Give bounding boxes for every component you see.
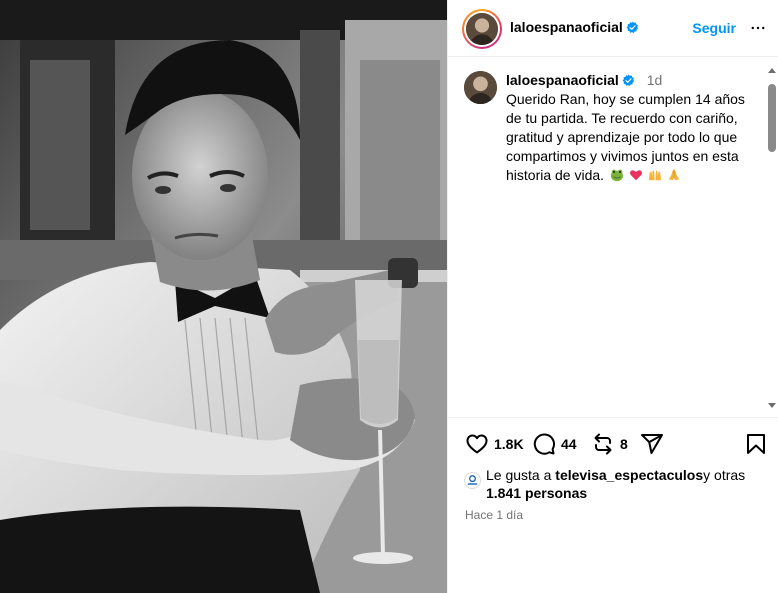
like-button[interactable]: 1.8K — [465, 432, 524, 456]
save-button[interactable] — [744, 432, 768, 456]
post-header: laloespanaoficial Seguir — [448, 0, 778, 57]
more-options-icon[interactable] — [749, 19, 767, 37]
header-username-text[interactable]: laloespanaoficial — [510, 19, 623, 35]
caption-text: Querido Ran, hoy se cumplen 14 años de t… — [506, 90, 756, 185]
scroll-up-arrow-icon[interactable] — [767, 66, 777, 76]
heart-icon[interactable] — [465, 432, 489, 456]
liked-by-count[interactable]: 1.841 — [486, 485, 521, 501]
repost-button[interactable]: 8 — [591, 432, 628, 456]
televisa-logo-icon — [467, 475, 478, 485]
pink-heart-emoji — [629, 170, 642, 181]
caption-emojis — [610, 168, 681, 182]
verified-badge-icon — [626, 21, 638, 33]
likes-count[interactable]: 1.8K — [494, 436, 524, 452]
scroll-down-arrow-icon[interactable] — [767, 400, 777, 410]
profile-avatar[interactable] — [462, 9, 502, 49]
caption-avatar-image — [464, 71, 497, 104]
raising-hands-emoji — [648, 170, 662, 181]
liked-by-suffix[interactable]: personas — [525, 485, 587, 501]
post-photo[interactable] — [0, 0, 447, 593]
scrollbar-thumb[interactable] — [768, 84, 776, 152]
comment-bubble-icon[interactable] — [532, 432, 556, 456]
liker-avatar[interactable] — [464, 472, 481, 489]
bookmark-icon[interactable] — [744, 432, 768, 456]
frog-emoji — [610, 169, 624, 182]
caption-header: laloespanaoficial 1d — [506, 72, 662, 88]
header-username[interactable]: laloespanaoficial — [510, 19, 639, 35]
follow-button[interactable]: Seguir — [692, 20, 736, 36]
comments-section: laloespanaoficial 1d Querido Ran, hoy se… — [448, 58, 778, 416]
liked-by-middle: y otras — [703, 467, 746, 483]
repost-icon[interactable] — [591, 432, 615, 456]
reposts-count[interactable]: 8 — [620, 436, 628, 452]
caption-avatar[interactable] — [464, 71, 497, 104]
caption-time[interactable]: 1d — [647, 72, 663, 88]
post-photo-image — [0, 0, 447, 593]
caption-username[interactable]: laloespanaoficial — [506, 72, 619, 88]
verified-badge-icon — [622, 74, 634, 86]
folded-hands-emoji — [668, 168, 680, 181]
comment-button[interactable]: 44 — [532, 432, 577, 456]
avatar-image — [466, 13, 498, 45]
liked-by-prefix: Le gusta a — [486, 467, 552, 483]
post-actions-bar: 1.8K 44 8 — [448, 417, 778, 469]
comments-count[interactable]: 44 — [561, 436, 577, 452]
post-details-panel: laloespanaoficial Seguir laloespanaofici… — [447, 0, 778, 593]
post-timestamp[interactable]: Hace 1 día — [465, 508, 523, 522]
share-button[interactable] — [640, 432, 664, 456]
liked-by-text: Le gusta a televisa_espectaculosy otras … — [486, 466, 761, 502]
liked-by-user[interactable]: televisa_espectaculos — [555, 467, 703, 483]
comments-scrollbar[interactable] — [765, 60, 778, 416]
paper-plane-icon[interactable] — [640, 432, 664, 456]
liked-by-others[interactable]: 1.841 personas — [486, 485, 587, 501]
